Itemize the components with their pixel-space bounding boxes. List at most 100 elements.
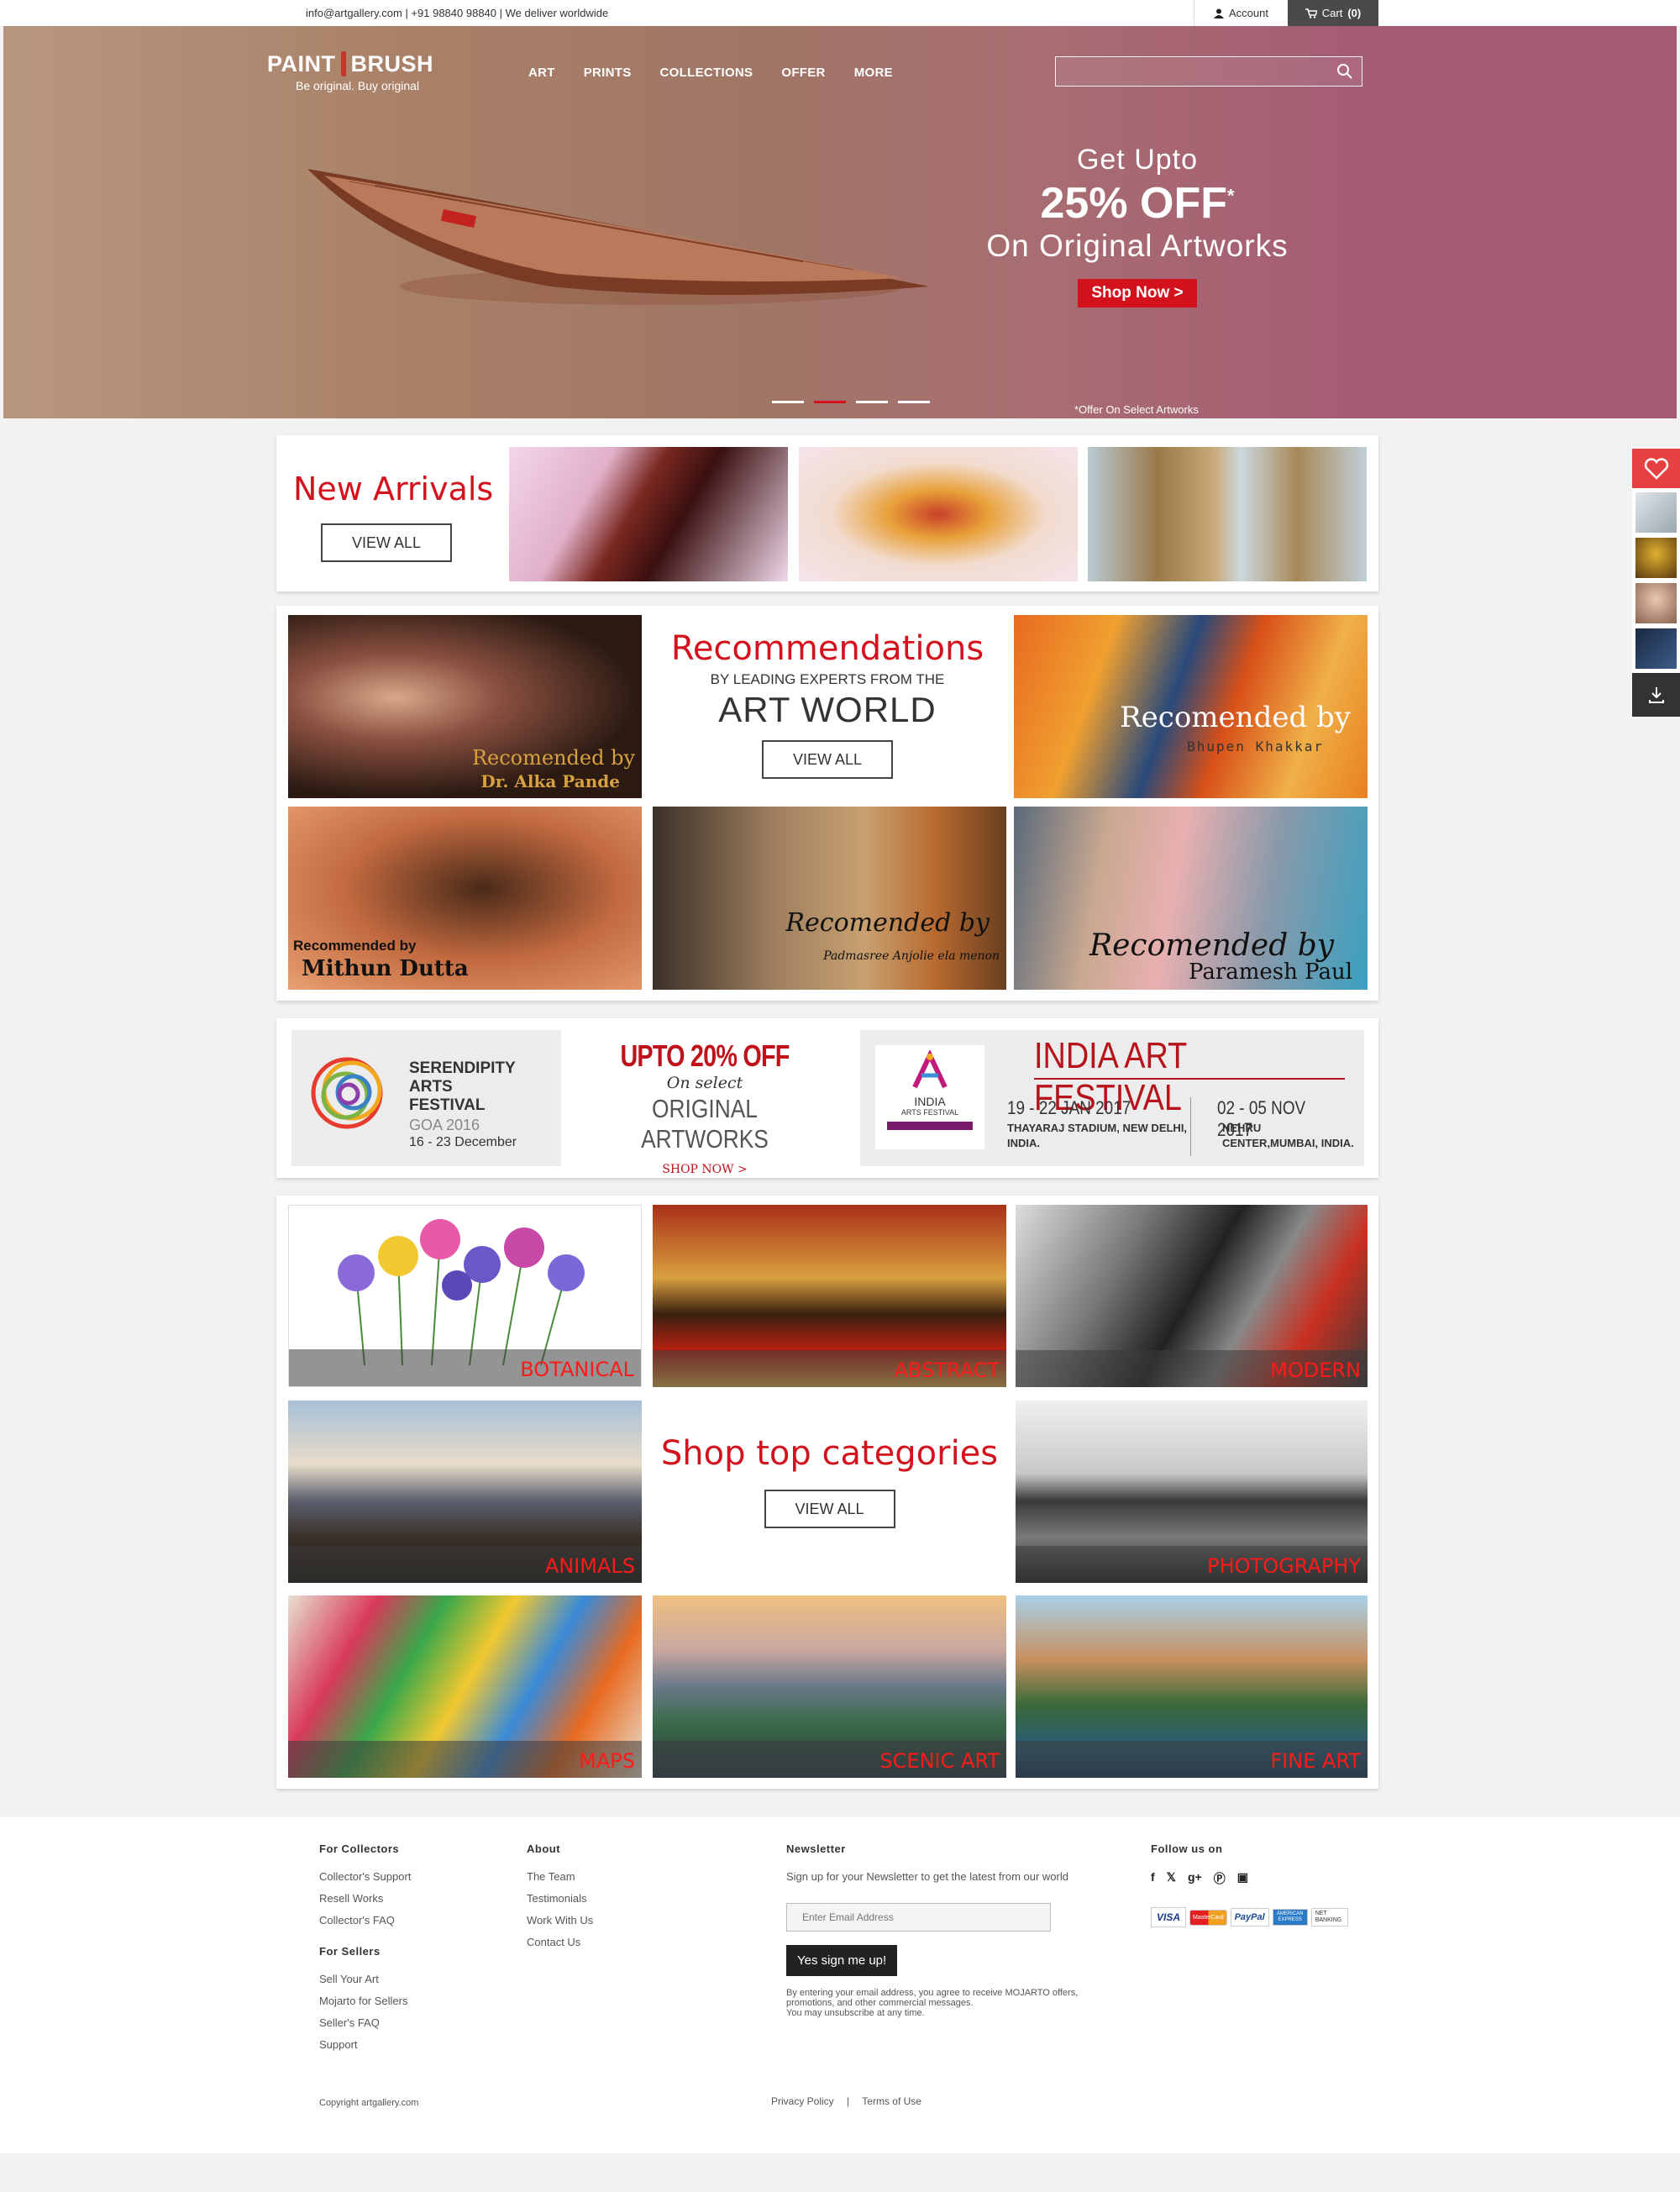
recent-thumb[interactable] — [1635, 492, 1677, 533]
account-link[interactable]: Account — [1194, 0, 1288, 26]
category-card-abstract[interactable]: ABSTRACT — [653, 1205, 1006, 1387]
privacy-policy-link[interactable]: Privacy Policy — [771, 2095, 834, 2107]
newsletter-signup-button[interactable]: Yes sign me up! — [786, 1945, 898, 1976]
footer-link[interactable]: Sell Your Art — [319, 1973, 411, 1985]
rec-caption-line2: Mithun Dutta — [302, 956, 469, 981]
new-arrivals-view-all-button[interactable]: VIEW ALL — [321, 523, 452, 562]
recent-thumb[interactable] — [1635, 628, 1677, 669]
category-label-scenic-art: SCENIC ART — [879, 1749, 1000, 1773]
promo-discount: 25% OFF — [1040, 179, 1227, 228]
download-button[interactable] — [1632, 673, 1680, 717]
instagram-icon[interactable]: ▣ — [1237, 1870, 1248, 1887]
recommendation-card[interactable]: Recomended by Dr. Alka Pande — [288, 615, 642, 798]
nav-item-more[interactable]: MORE — [854, 66, 893, 80]
logo-tagline: Be original. Buy original — [296, 79, 420, 92]
pinterest-icon[interactable]: Ⓟ — [1214, 1870, 1226, 1887]
slider-dot[interactable] — [856, 401, 888, 403]
serendipity-dates: 16 - 23 December — [409, 1135, 517, 1149]
footer-collectors-title: For Collectors — [319, 1842, 400, 1855]
category-label-fine-art: FINE ART — [1270, 1749, 1361, 1773]
recommendation-card[interactable]: Recomended by Paramesh Paul — [1014, 807, 1368, 990]
new-arrival-artwork[interactable] — [509, 447, 788, 581]
twitter-icon[interactable]: 𝕏 — [1167, 1870, 1176, 1887]
footer-newsletter: Newsletter Sign up for your Newsletter t… — [786, 1842, 1105, 2018]
footer-link[interactable]: The Team — [527, 1870, 593, 1883]
recommendations-subtitle-2: ART WORLD — [718, 690, 937, 729]
serendipity-line-1: SERENDIPITY — [409, 1059, 516, 1077]
category-card-botanical[interactable]: BOTANICAL — [288, 1205, 642, 1387]
visa-icon: VISA — [1151, 1907, 1187, 1927]
categories-view-all-button[interactable]: VIEW ALL — [764, 1490, 895, 1528]
wishlist-button[interactable] — [1632, 449, 1680, 488]
cart-label: Cart — [1321, 7, 1343, 19]
footer-link[interactable]: Work With Us — [527, 1914, 593, 1927]
serendipity-line-2: ARTS — [409, 1078, 453, 1096]
google-plus-icon[interactable]: g+ — [1188, 1870, 1202, 1887]
slider-dot[interactable] — [898, 401, 930, 403]
recommendation-card[interactable]: Recomended by Bhupen Khakkar — [1014, 615, 1368, 798]
newsletter-disclaimer: You may unsubscribe at any time. — [786, 2008, 925, 2018]
category-card-modern[interactable]: MODERN — [1016, 1205, 1368, 1387]
festival-logo-strip — [887, 1122, 973, 1130]
site-logo[interactable]: PAINT BRUSH Be original. Buy original — [267, 51, 433, 92]
terms-of-use-link[interactable]: Terms of Use — [862, 2095, 921, 2107]
heart-icon — [1644, 457, 1668, 480]
nav-item-prints[interactable]: PRINTS — [584, 66, 632, 80]
facebook-icon[interactable]: f — [1151, 1870, 1155, 1887]
nav-item-collections[interactable]: COLLECTIONS — [660, 66, 753, 80]
recommendation-card[interactable]: Recommended by Mithun Dutta — [288, 807, 642, 990]
paypal-icon: PayPal — [1230, 1908, 1269, 1927]
category-label-abstract: ABSTRACT — [894, 1359, 1000, 1382]
cart-link[interactable]: Cart (0) — [1288, 0, 1378, 26]
rec-caption-line2: Bhupen Khakkar — [1187, 739, 1324, 754]
footer-link[interactable]: Collector's FAQ — [319, 1914, 411, 1927]
footer-link[interactable]: Seller's FAQ — [319, 2016, 411, 2029]
category-card-photography[interactable]: PHOTOGRAPHY — [1016, 1401, 1368, 1583]
search-input[interactable] — [1055, 56, 1362, 87]
hero-promo: Get Upto 25% OFF* On Original Artworks S… — [843, 144, 1431, 308]
nav-item-art[interactable]: ART — [528, 66, 555, 80]
category-card-maps[interactable]: MAPS — [288, 1595, 642, 1778]
festival-title-underline — [1034, 1078, 1345, 1080]
category-card-scenic-art[interactable]: SCENIC ART — [653, 1595, 1006, 1778]
cart-icon — [1305, 8, 1317, 18]
offer-banner[interactable]: UPTO 20% OFF On select ORIGINAL ARTWORKS… — [579, 1030, 831, 1176]
new-arrival-artwork[interactable] — [1088, 447, 1367, 581]
india-art-festival-banner[interactable]: INDIA ARTS FESTIVAL INDIA ART FESTIVAL 1… — [860, 1030, 1364, 1166]
footer-link[interactable]: Support — [319, 2038, 411, 2051]
offer-banner-title: UPTO 20% OFF — [620, 1038, 790, 1073]
rec-caption-line2: Padmasree Anjolie ela menon — [823, 949, 1000, 963]
footer-link[interactable]: Collector's Support — [319, 1870, 411, 1883]
festival-venue-2: NEHRU CENTER,MUMBAI, INDIA. — [1222, 1122, 1354, 1149]
festival-logo-subtext: ARTS FESTIVAL — [900, 1108, 959, 1117]
slider-dots — [772, 401, 930, 403]
recent-thumb[interactable] — [1635, 583, 1677, 623]
slider-dot[interactable] — [772, 401, 804, 403]
new-arrival-artwork[interactable] — [799, 447, 1078, 581]
footer-separator: | — [847, 2095, 850, 2107]
main-nav: ART PRINTS COLLECTIONS OFFER MORE — [528, 66, 921, 80]
brush-icon — [340, 51, 346, 76]
footer-link[interactable]: Contact Us — [527, 1936, 593, 1948]
festival-divider — [1190, 1097, 1191, 1156]
search-icon[interactable] — [1336, 63, 1353, 80]
footer-link[interactable]: Testimonials — [527, 1892, 593, 1905]
footer-collectors: For Collectors Collector's Support Resel… — [319, 1842, 411, 2060]
slider-dot-active[interactable] — [814, 401, 846, 403]
recommendations-view-all-button[interactable]: VIEW ALL — [762, 740, 893, 779]
category-caption-bar: MODERN — [1016, 1350, 1368, 1387]
newsletter-email-field[interactable] — [786, 1903, 1051, 1932]
footer-link[interactable]: Resell Works — [319, 1892, 411, 1905]
recommendation-card[interactable]: Recomended by Padmasree Anjolie ela meno… — [653, 807, 1006, 990]
nav-item-offer[interactable]: OFFER — [781, 66, 825, 80]
promo-line-3: On Original Artworks — [986, 229, 1289, 263]
new-arrivals-title: New Arrivals — [293, 470, 494, 507]
category-card-fine-art[interactable]: FINE ART — [1016, 1595, 1368, 1778]
category-card-animals[interactable]: ANIMALS — [288, 1401, 642, 1583]
shop-now-button[interactable]: Shop Now > — [1078, 279, 1197, 308]
serendipity-banner[interactable]: SERENDIPITY ARTS FESTIVAL GOA 2016 16 - … — [291, 1030, 561, 1166]
footer-link[interactable]: Mojarto for Sellers — [319, 1995, 411, 2007]
festival-date-1: 19 - 22 JAN 2017 — [1007, 1097, 1131, 1118]
offer-banner-shop-now[interactable]: SHOP NOW > — [579, 1163, 831, 1176]
recent-thumb[interactable] — [1635, 538, 1677, 578]
